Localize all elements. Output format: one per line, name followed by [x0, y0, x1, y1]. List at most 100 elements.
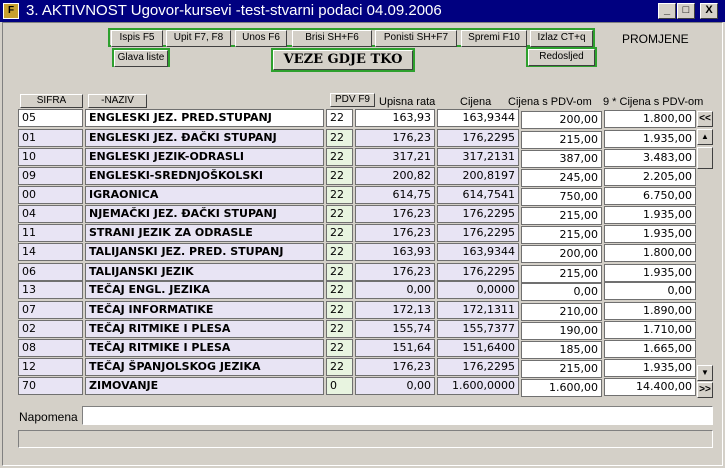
cell-cpdv[interactable]: 190,00 — [521, 322, 602, 340]
vertical-scrollbar[interactable]: ▲ ▼ — [697, 129, 713, 381]
table-row[interactable]: 70 ZIMOVANJE 0 0,00 1.600,0000 1.600,00 14.400… — [18, 377, 696, 397]
cell-naziv[interactable]: IGRAONICA — [85, 186, 324, 204]
cell-c9[interactable]: 1.935,00 — [604, 264, 696, 282]
cell-c9[interactable]: 6.750,00 — [604, 187, 696, 205]
cell-pdv[interactable]: 22 — [326, 301, 353, 319]
cell-rata[interactable]: 176,23 — [355, 263, 435, 281]
cell-naziv[interactable]: ENGLESKI JEZ. PRED.STUPANJ — [85, 109, 324, 127]
cell-naziv[interactable]: NJEMAČKI JEZ. ĐAČKI STUPANJ — [85, 205, 324, 223]
table-row[interactable]: 02 TEČAJ RITMIKE I PLESA 22 155,74 155,7377 1… — [18, 320, 696, 340]
prev-page-button[interactable]: << — [697, 111, 713, 127]
spremi-button[interactable]: Spremi F10 — [461, 30, 527, 47]
cell-pdv[interactable]: 22 — [326, 129, 353, 147]
pdv-button[interactable]: PDV F9 — [330, 93, 375, 107]
cell-sifra[interactable]: 04 — [18, 205, 83, 223]
izlaz-button[interactable]: Izlaz CT+q — [530, 30, 593, 47]
cell-cijena[interactable]: 176,2295 — [437, 358, 519, 376]
cell-rata[interactable]: 176,23 — [355, 205, 435, 223]
table-row[interactable]: 08 TEČAJ RITMIKE I PLESA 22 151,64 151,6400 1… — [18, 339, 696, 359]
cell-rata[interactable]: 317,21 — [355, 148, 435, 166]
cell-naziv[interactable]: ENGLESKI-SREDNJOŠKOLSKI — [85, 167, 324, 185]
cell-pdv[interactable]: 22 — [326, 243, 353, 261]
cell-cpdv[interactable]: 245,00 — [521, 169, 602, 187]
cell-sifra[interactable]: 05 — [18, 109, 83, 127]
table-row[interactable]: 13 TEČAJ ENGL. JEZIKA 22 0,00 0,0000 0,00 0,00 — [18, 281, 696, 301]
cell-sifra[interactable]: 10 — [18, 148, 83, 166]
cell-rata[interactable]: 176,23 — [355, 358, 435, 376]
glava-liste-button[interactable]: Glava liste — [114, 50, 168, 67]
cell-sifra[interactable]: 70 — [18, 377, 83, 395]
cell-cijena[interactable]: 176,2295 — [437, 205, 519, 223]
cell-cijena[interactable]: 176,2295 — [437, 129, 519, 147]
cell-sifra[interactable]: 07 — [18, 301, 83, 319]
cell-rata[interactable]: 0,00 — [355, 377, 435, 395]
cell-pdv[interactable]: 22 — [326, 205, 353, 223]
upit-button[interactable]: Upit F7, F8 — [166, 30, 231, 47]
cell-c9[interactable]: 1.710,00 — [604, 321, 696, 339]
table-row[interactable]: 04 NJEMAČKI JEZ. ĐAČKI STUPANJ 22 176,23 176… — [18, 205, 696, 225]
cell-cpdv[interactable]: 387,00 — [521, 150, 602, 168]
ponisti-button[interactable]: Ponisti SH+F7 — [375, 30, 457, 47]
cell-c9[interactable]: 1.935,00 — [604, 225, 696, 243]
cell-rata[interactable]: 176,23 — [355, 224, 435, 242]
cell-c9[interactable]: 3.483,00 — [604, 149, 696, 167]
sort-naziv-button[interactable]: -NAZIV — [88, 94, 147, 108]
cell-naziv[interactable]: ENGLESKI JEZ. ĐAČKI STUPANJ — [85, 129, 324, 147]
cell-rata[interactable]: 0,00 — [355, 281, 435, 299]
cell-sifra[interactable]: 09 — [18, 167, 83, 185]
cell-pdv[interactable]: 0 — [326, 377, 353, 395]
cell-sifra[interactable]: 06 — [18, 263, 83, 281]
cell-cpdv[interactable]: 210,00 — [521, 303, 602, 321]
scroll-thumb[interactable] — [697, 147, 713, 169]
table-row[interactable]: 01 ENGLESKI JEZ. ĐAČKI STUPANJ 22 176,23 176… — [18, 129, 696, 149]
cell-rata[interactable]: 155,74 — [355, 320, 435, 338]
cell-naziv[interactable]: TEČAJ RITMIKE I PLESA — [85, 339, 324, 357]
redosljed-button[interactable]: Redosljed — [528, 49, 595, 66]
cell-naziv[interactable]: STRANI JEZIK ZA ODRASLE — [85, 224, 324, 242]
table-row[interactable]: 09 ENGLESKI-SREDNJOŠKOLSKI 22 200,82 200,819… — [18, 167, 696, 187]
cell-sifra[interactable]: 13 — [18, 281, 83, 299]
cell-rata[interactable]: 163,93 — [355, 243, 435, 261]
brisi-button[interactable]: Brisi SH+F6 — [292, 30, 372, 47]
cell-cijena[interactable]: 317,2131 — [437, 148, 519, 166]
cell-cpdv[interactable]: 185,00 — [521, 341, 602, 359]
app-icon[interactable]: F — [3, 3, 19, 19]
cell-c9[interactable]: 1.935,00 — [604, 130, 696, 148]
cell-cpdv[interactable]: 1.600,00 — [521, 379, 602, 397]
cell-cpdv[interactable]: 750,00 — [521, 188, 602, 206]
cell-cpdv[interactable]: 215,00 — [521, 207, 602, 225]
cell-sifra[interactable]: 12 — [18, 358, 83, 376]
ispis-button[interactable]: Ispis F5 — [111, 30, 163, 47]
cell-pdv[interactable]: 22 — [326, 186, 353, 204]
cell-c9[interactable]: 1.935,00 — [604, 359, 696, 377]
cell-c9[interactable]: 1.890,00 — [604, 302, 696, 320]
table-row[interactable]: 07 TEČAJ INFORMATIKE 22 172,13 172,1311 210,0… — [18, 301, 696, 321]
cell-naziv[interactable]: TEČAJ ENGL. JEZIKA — [85, 281, 324, 299]
cell-cijena[interactable]: 163,9344 — [437, 243, 519, 261]
cell-pdv[interactable]: 22 — [326, 320, 353, 338]
cell-cpdv[interactable]: 200,00 — [521, 111, 602, 129]
cell-cpdv[interactable]: 200,00 — [521, 245, 602, 263]
cell-sifra[interactable]: 14 — [18, 243, 83, 261]
table-row[interactable]: 12 TEČAJ ŠPANJOLSKOG JEZIKA 22 176,23 176,22… — [18, 358, 696, 378]
cell-cpdv[interactable]: 215,00 — [521, 360, 602, 378]
table-row[interactable]: 10 ENGLESKI JEZIK-ODRASLI 22 317,21 317,2131… — [18, 148, 696, 168]
scroll-up-icon[interactable]: ▲ — [697, 129, 713, 145]
cell-pdv[interactable]: 22 — [326, 148, 353, 166]
cell-rata[interactable]: 614,75 — [355, 186, 435, 204]
cell-c9[interactable]: 2.205,00 — [604, 168, 696, 186]
cell-sifra[interactable]: 00 — [18, 186, 83, 204]
cell-c9[interactable]: 14.400,00 — [604, 378, 696, 396]
cell-c9[interactable]: 1.800,00 — [604, 244, 696, 262]
cell-sifra[interactable]: 01 — [18, 129, 83, 147]
veze-button[interactable]: VEZE GDJE TKO — [273, 50, 413, 70]
table-row[interactable]: 14 TALIJANSKI JEZ. PRED. STUPANJ 22 163,93 1… — [18, 243, 696, 263]
maximize-button[interactable]: □ — [677, 3, 695, 19]
sort-sifra-button[interactable]: SIFRA — [20, 94, 83, 108]
cell-pdv[interactable]: 22 — [326, 109, 353, 127]
cell-rata[interactable]: 163,93 — [355, 109, 435, 127]
cell-rata[interactable]: 151,64 — [355, 339, 435, 357]
cell-naziv[interactable]: TALIJANSKI JEZ. PRED. STUPANJ — [85, 243, 324, 261]
cell-c9[interactable]: 1.800,00 — [604, 110, 696, 128]
table-row[interactable]: 00 IGRAONICA 22 614,75 614,7541 750,00 6.750,0… — [18, 186, 696, 206]
